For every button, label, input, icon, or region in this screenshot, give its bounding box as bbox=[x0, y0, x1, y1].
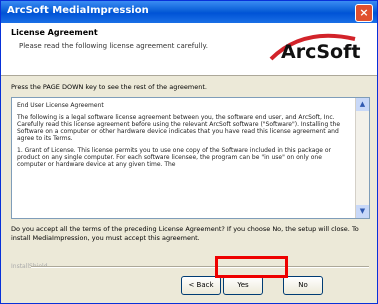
license-textbox[interactable]: End User License Agreement The following… bbox=[11, 97, 370, 219]
page-title: License Agreement bbox=[11, 28, 98, 37]
window-title: ArcSoft MediaImpression bbox=[7, 5, 149, 16]
no-button[interactable]: No bbox=[283, 276, 323, 295]
close-button[interactable]: × bbox=[355, 4, 373, 22]
license-paragraph-2: 1. Grant of License. This license permit… bbox=[17, 147, 331, 168]
footer-separator bbox=[31, 266, 369, 268]
scroll-down-arrow-icon[interactable]: ▼ bbox=[356, 205, 369, 218]
header-panel: License Agreement Please read the follow… bbox=[1, 23, 377, 76]
yes-button[interactable]: Yes bbox=[223, 276, 263, 295]
highlight-box bbox=[215, 256, 288, 278]
arcsoft-logo: ArcSoft bbox=[263, 29, 363, 69]
title-bar: ArcSoft MediaImpression × bbox=[1, 1, 377, 23]
instruction-text: Press the PAGE DOWN key to see the rest … bbox=[11, 83, 207, 91]
page-subtitle: Please read the following license agreem… bbox=[19, 42, 208, 50]
installer-window: ArcSoft MediaImpression × License Agreem… bbox=[0, 0, 378, 304]
back-button[interactable]: < Back bbox=[181, 276, 221, 295]
vertical-scrollbar[interactable]: ▲ ▼ bbox=[355, 98, 369, 218]
logo-text: ArcSoft bbox=[281, 41, 361, 63]
scroll-up-arrow-icon[interactable]: ▲ bbox=[356, 98, 369, 111]
license-paragraph-1: The following is a legal software licens… bbox=[17, 114, 341, 142]
license-heading: End User License Agreement bbox=[17, 102, 104, 109]
accept-question: Do you accept all the terms of the prece… bbox=[11, 225, 359, 242]
license-content: End User License Agreement The following… bbox=[17, 102, 352, 173]
